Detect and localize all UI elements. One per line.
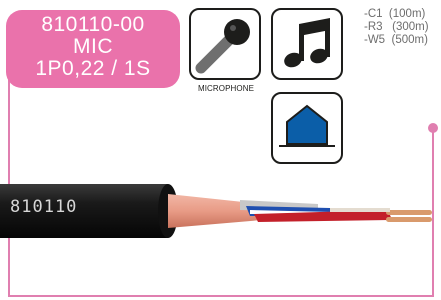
length-code-row: -C1 (100m)	[364, 8, 426, 20]
cable-spec: 1P0,22 / 1S	[35, 57, 151, 80]
microphone-tile	[189, 8, 261, 80]
length-code-row: -W5 (500m)	[364, 34, 428, 46]
cable-print: 810110	[10, 197, 78, 217]
cable-type: MIC	[73, 35, 113, 58]
cable-filler	[168, 194, 262, 228]
product-label: 810110-00 MIC 1P0,22 / 1S	[6, 10, 180, 88]
music-tile	[271, 8, 343, 80]
shield-tile	[271, 92, 343, 164]
part-number: 810110-00	[41, 13, 145, 36]
frame-bottom-edge	[8, 295, 433, 297]
length-codes: -C1 (100m) -R3 (300m) -W5 (500m)	[364, 8, 441, 47]
copper-core	[386, 217, 432, 222]
shielded-house-icon	[279, 104, 335, 147]
music-note-icon	[284, 18, 330, 68]
copper-core	[386, 210, 432, 215]
conductor-insulation	[330, 208, 390, 212]
microphone-icon	[195, 19, 250, 74]
frame-dot	[428, 123, 438, 133]
microphone-caption: MICROPHONE	[197, 84, 255, 93]
length-code-row: -R3 (300m)	[364, 21, 429, 33]
